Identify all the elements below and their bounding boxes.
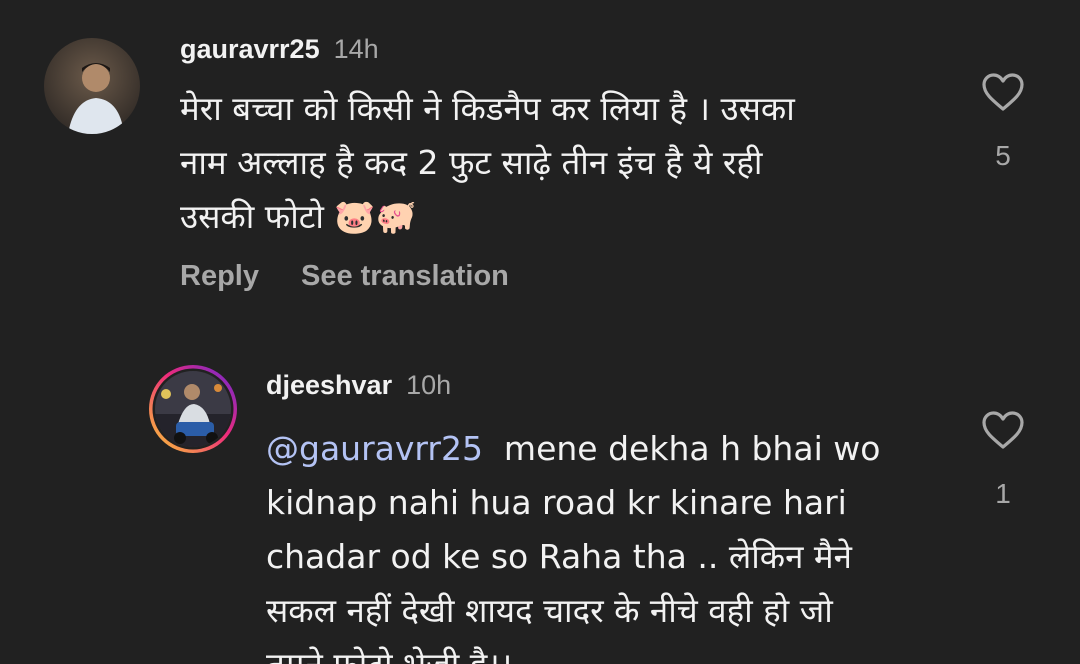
comment-actions: Reply See translation — [180, 260, 551, 293]
comment-line-text: mene dekha h bhai wo — [482, 429, 881, 468]
comment-line: @gauravrr25 mene dekha h bhai wo — [266, 422, 966, 476]
mention-link[interactable]: @gauravrr25 — [266, 429, 483, 468]
comment-line: chadar od ke so Raha tha .. लेकिन मैने — [266, 537, 852, 576]
heart-outline-icon[interactable] — [981, 72, 1025, 112]
heart-outline-icon[interactable] — [981, 410, 1025, 450]
avatar[interactable] — [44, 38, 140, 134]
comment-line: तुमने फोटो भेजी है।। — [266, 638, 966, 664]
comment-gauravrr25: gauravrr25 14h मेरा बच्चा को किसी ने किडन… — [0, 0, 1080, 330]
see-translation-button[interactable]: See translation — [301, 260, 509, 292]
comment-djeeshvar: djeeshvar 10h @gauravrr25 mene dekha h bh… — [0, 340, 1080, 664]
story-ring-avatar[interactable] — [148, 364, 238, 454]
comment-line: मेरा बच्चा को किसी ने किडनैप कर लिया है … — [180, 89, 795, 128]
like-count: 5 — [995, 140, 1011, 171]
like-count: 1 — [995, 478, 1011, 509]
comment-line: नाम अल्लाह है कद 2 फुट साढ़े तीन इंच है … — [180, 143, 763, 182]
username[interactable]: gauravrr25 — [180, 34, 320, 64]
reply-button[interactable]: Reply — [180, 260, 259, 292]
timestamp: 10h — [406, 370, 452, 400]
comments-thread: gauravrr25 14h मेरा बच्चा को किसी ने किडन… — [0, 0, 1080, 664]
comment-text: मेरा बच्चा को किसी ने किडनैप कर लिया है … — [180, 82, 900, 244]
comment-line: सकल नहीं देखी शायद चादर के नीचे वही हो ज… — [266, 591, 833, 630]
comment-meta: djeeshvar 10h — [266, 370, 451, 401]
username[interactable]: djeeshvar — [266, 370, 392, 400]
comment-text: @gauravrr25 mene dekha h bhai wo kidnap … — [266, 422, 966, 664]
comment-line: kidnap nahi hua road kr kinare hari — [266, 483, 847, 522]
comment-line: उसकी फोटो 🐷🐖 — [180, 197, 417, 236]
comment-meta: gauravrr25 14h — [180, 34, 379, 65]
timestamp: 14h — [333, 34, 379, 64]
like-column: 1 — [973, 410, 1033, 510]
like-column: 5 — [973, 72, 1033, 172]
